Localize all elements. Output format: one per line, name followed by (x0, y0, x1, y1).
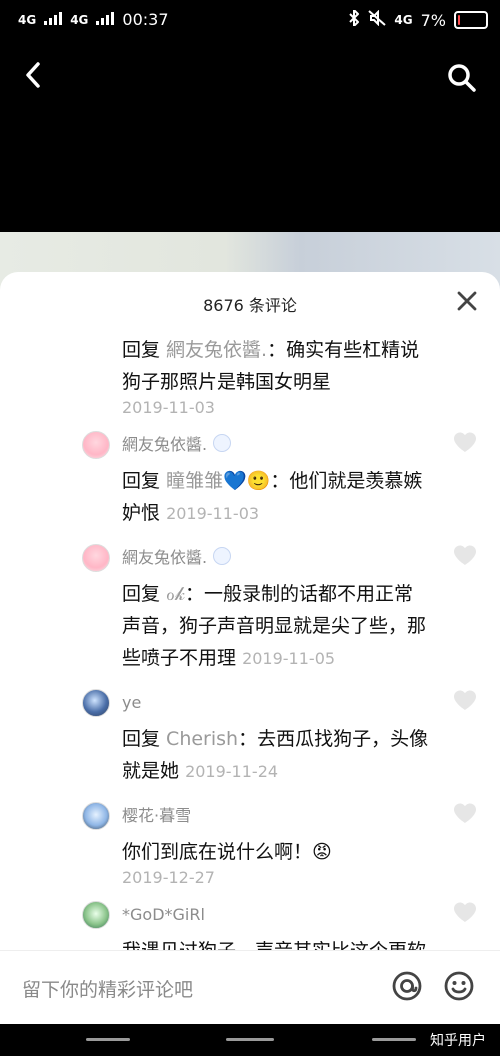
bluetooth-icon (348, 9, 360, 30)
comment-date: 2019-11-05 (242, 649, 336, 668)
avatar[interactable] (82, 544, 110, 572)
comment-date: 2019-11-03 (122, 398, 215, 417)
comment-text: 回复 Cherish：去西瓜找狗子，头像就是她 2019-11-24 (122, 723, 430, 788)
comment-item[interactable]: 回复 網友兔依醬.：确实有些杠精说狗子那照片是韩国女明星 2019-11-03 (0, 334, 500, 417)
comments-sheet-header: 8676 条评论 (0, 272, 500, 332)
comment-text: 回复 網友兔依醬.：确实有些杠精说狗子那照片是韩国女明星 (122, 334, 430, 398)
reply-prefix: 回复 (122, 728, 167, 750)
status-time: 00:37 (122, 10, 169, 29)
emoji-icon[interactable] (442, 969, 476, 1003)
reply-prefix: 回复 (122, 470, 167, 492)
comment-date: 2019-12-27 (122, 868, 215, 887)
reply-to-user[interactable]: 瞳雏雏💙🙂 (166, 470, 270, 492)
top-nav (0, 44, 500, 114)
system-bottom-bar: 知乎用户 (0, 1024, 500, 1056)
comment-text: 回复 ℴ𝓀：一般录制的话都不用正常声音，狗子声音明显就是尖了些，那些喷子不用理 … (122, 578, 430, 675)
avatar[interactable] (82, 431, 110, 459)
avatar[interactable] (82, 802, 110, 830)
network-indicator: 4G (394, 13, 413, 27)
close-icon[interactable] (456, 290, 478, 312)
reply-to-user[interactable]: ℴ𝓀 (166, 583, 185, 605)
comment-text: 回复 瞳雏雏💙🙂：他们就是羡慕嫉妒恨 2019-11-03 (122, 465, 430, 530)
comment-date: 2019-11-03 (166, 504, 260, 523)
watermark: 知乎用户 (430, 1033, 486, 1049)
reply-prefix: 回复 (122, 339, 167, 361)
signal-indicator-2: 4G (70, 12, 89, 27)
comment-text: 你们到底在说什么啊！😡 (122, 841, 332, 863)
comment-date: 2019-11-24 (185, 762, 279, 781)
avatar[interactable] (82, 689, 110, 717)
heart-icon[interactable] (452, 687, 478, 713)
heart-icon[interactable] (452, 542, 478, 568)
avatar[interactable] (82, 901, 110, 929)
battery-percent: 7% (420, 10, 446, 30)
at-icon[interactable] (390, 969, 424, 1003)
heart-icon[interactable] (452, 800, 478, 826)
username-text[interactable]: 網友兔依醬. (122, 435, 207, 454)
status-right: 4G 7% (348, 9, 488, 30)
comment-username[interactable]: 樱花·暮雪 (122, 802, 430, 830)
comment-item[interactable]: 網友兔依醬. 回复 瞳雏雏💙🙂：他们就是羡慕嫉妒恨 2019-11-03 (0, 431, 500, 530)
comments-sheet: 8676 条评论 回复 網友兔依醬.：确实有些杠精说狗子那照片是韩国女明星 20… (0, 272, 500, 1024)
comment-item[interactable]: 網友兔依醬. 回复 ℴ𝓀：一般录制的话都不用正常声音，狗子声音明显就是尖了些，那… (0, 544, 500, 675)
reply-prefix: 回复 (122, 583, 167, 605)
gesture-indicator-right (372, 1038, 416, 1041)
heart-icon[interactable] (452, 429, 478, 455)
reply-to-user[interactable]: 網友兔依醬. (166, 339, 267, 361)
comments-list: 回复 網友兔依醬.：确实有些杠精说狗子那照片是韩国女明星 2019-11-03 … (0, 328, 500, 1014)
battery-icon (454, 11, 488, 29)
comment-input-placeholder[interactable]: 留下你的精彩评论吧 (22, 975, 193, 1002)
signal-indicator-1: 4G (18, 12, 37, 27)
comment-username[interactable]: 網友兔依醬. (122, 544, 430, 572)
gesture-indicator-center (226, 1038, 274, 1041)
user-badge-icon (213, 434, 232, 452)
mute-icon (368, 9, 387, 30)
search-icon[interactable] (446, 62, 476, 92)
gesture-indicator-left (86, 1038, 130, 1041)
signal-bars-icon-1 (44, 10, 63, 29)
heart-icon[interactable] (452, 899, 478, 925)
comment-username[interactable]: *GoD*GiRl (122, 901, 430, 929)
status-bar: 4G 4G 00:37 4G 7% (0, 0, 500, 44)
signal-bars-icon-2 (96, 10, 115, 29)
status-left: 4G 4G 00:37 (18, 10, 169, 29)
comment-item[interactable]: ye 回复 Cherish：去西瓜找狗子，头像就是她 2019-11-24 (0, 689, 500, 788)
comment-item[interactable]: 樱花·暮雪 你们到底在说什么啊！😡 2019-12-27 (0, 802, 500, 887)
reply-to-user[interactable]: Cherish (166, 728, 238, 750)
user-badge-icon (213, 547, 232, 565)
comment-input-bar[interactable]: 留下你的精彩评论吧 (0, 950, 500, 1025)
battery-fill (458, 15, 460, 25)
back-arrow-icon[interactable] (22, 60, 46, 90)
username-text[interactable]: 網友兔依醬. (122, 548, 207, 567)
comment-username[interactable]: ye (122, 689, 430, 717)
comment-username[interactable]: 網友兔依醬. (122, 431, 430, 459)
comments-count-title: 8676 条评论 (203, 296, 297, 315)
